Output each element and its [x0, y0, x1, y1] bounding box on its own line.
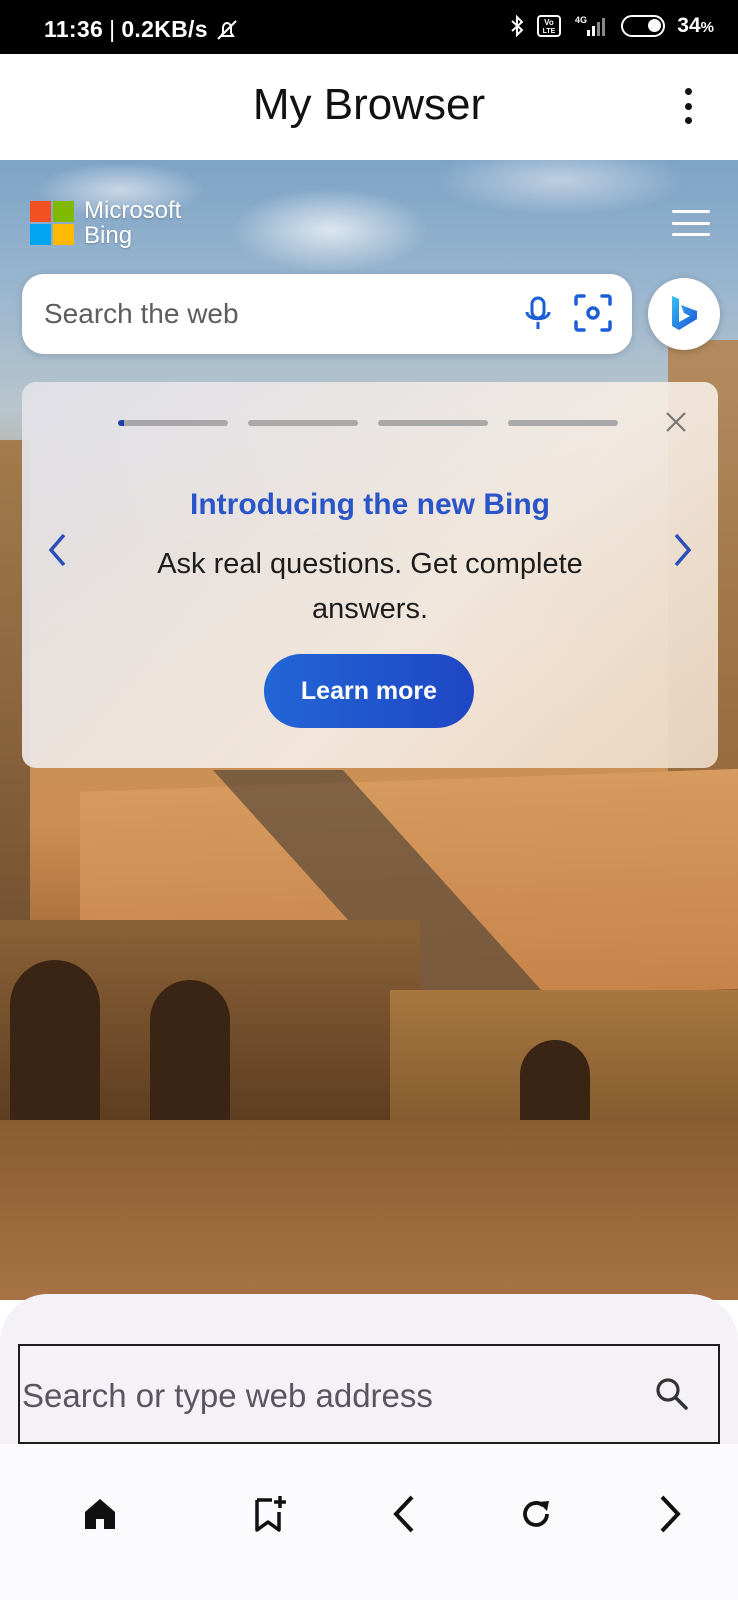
signal-4g-icon: 4G: [575, 15, 606, 36]
volte-icon: Vo LTE: [537, 15, 562, 37]
app-bar: My Browser: [0, 54, 738, 160]
promo-body: Ask real questions. Get complete answers…: [157, 548, 583, 625]
bottom-sheet: [0, 1294, 738, 1444]
bookmark-add-icon: [255, 1496, 286, 1532]
bing-chat-button[interactable]: [648, 278, 720, 350]
home-button[interactable]: [70, 1484, 130, 1544]
search-icon[interactable]: [654, 1376, 690, 1412]
address-input[interactable]: [22, 1374, 622, 1418]
status-left: 11:36 | 0.2KB/s: [44, 16, 240, 43]
battery-icon: [621, 15, 666, 37]
battery-level: 34%: [677, 14, 714, 37]
bing-logo-text: Microsoft Bing: [84, 197, 182, 249]
status-bar: 11:36 | 0.2KB/s Vo LTE 4G 34%: [0, 0, 738, 54]
promo-heading: Introducing the new Bing: [190, 488, 550, 521]
background-floor: [0, 1120, 738, 1300]
close-icon[interactable]: [664, 410, 688, 434]
forward-icon: [660, 1495, 681, 1533]
bing-search-box: [22, 274, 632, 354]
mute-notification-icon: [217, 19, 237, 40]
chevron-right-icon[interactable]: [672, 532, 694, 568]
microphone-icon[interactable]: [522, 294, 554, 334]
bluetooth-icon: [511, 14, 524, 38]
bottom-navigation: [0, 1444, 738, 1600]
carousel-indicator[interactable]: [248, 420, 358, 426]
learn-more-button[interactable]: Learn more: [264, 654, 474, 728]
back-button[interactable]: [374, 1484, 434, 1544]
bing-logo[interactable]: Microsoft Bing: [30, 198, 181, 248]
reload-button[interactable]: [506, 1484, 566, 1544]
background-arch: [10, 960, 100, 1120]
overflow-menu-icon[interactable]: [682, 88, 694, 124]
carousel-indicators: [118, 420, 618, 426]
svg-text:LTE: LTE: [543, 28, 556, 35]
forward-button[interactable]: [640, 1484, 700, 1544]
promo-card: Introducing the new Bing Ask real questi…: [22, 382, 718, 768]
hamburger-menu-icon[interactable]: [672, 210, 710, 236]
home-icon: [85, 1499, 115, 1529]
microsoft-logo-icon: [30, 201, 74, 245]
status-right: Vo LTE 4G 34%: [509, 14, 714, 38]
add-bookmark-button[interactable]: [240, 1484, 300, 1544]
reload-icon: [523, 1501, 549, 1527]
background-arch: [150, 980, 230, 1120]
visual-search-icon[interactable]: [572, 292, 614, 334]
bing-search-input[interactable]: [44, 294, 484, 334]
svg-text:4G: 4G: [575, 15, 587, 25]
web-view[interactable]: Microsoft Bing Search the web Introducin…: [0, 160, 738, 1300]
status-net-speed: 0.2KB/s: [121, 16, 208, 42]
carousel-indicator[interactable]: [508, 420, 618, 426]
carousel-indicator[interactable]: [118, 420, 228, 426]
app-title: My Browser: [252, 80, 486, 129]
chevron-left-icon[interactable]: [46, 532, 68, 568]
back-icon: [393, 1495, 414, 1533]
carousel-indicator[interactable]: [378, 420, 488, 426]
status-divider: |: [109, 16, 116, 42]
bing-b-icon: [672, 296, 697, 330]
svg-text:Vo: Vo: [544, 18, 554, 27]
status-time: 11:36: [44, 16, 104, 42]
address-bar: [18, 1344, 720, 1444]
